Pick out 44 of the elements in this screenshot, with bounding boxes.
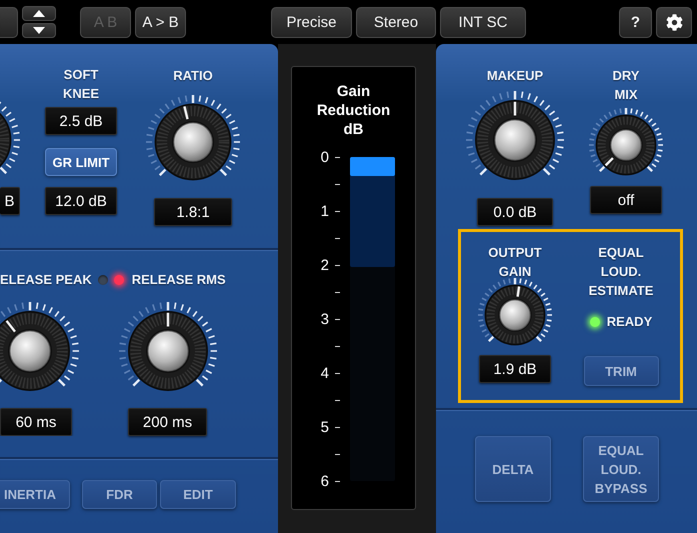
scale-label: 4 bbox=[320, 365, 329, 382]
meter-title: Gain Reduction dB bbox=[316, 82, 390, 139]
dry-mix-label: DRY MIX bbox=[612, 67, 640, 104]
value-display: 12.0 dB bbox=[45, 187, 117, 215]
up-button[interactable] bbox=[22, 6, 56, 21]
mode-button[interactable]: Precise bbox=[271, 6, 352, 38]
output-gain-label: OUTPUT GAIN bbox=[488, 244, 542, 281]
scale-label: 1 bbox=[320, 203, 329, 220]
gr-limit-button[interactable]: GR LIMIT bbox=[45, 148, 117, 176]
up-arrow-icon bbox=[33, 10, 45, 17]
makeup-label: MAKEUP bbox=[486, 67, 544, 85]
settings-button[interactable] bbox=[656, 6, 692, 38]
scale-label: 6 bbox=[320, 473, 329, 490]
value-display: 0.0 dB bbox=[477, 198, 553, 226]
scale-label: 5 bbox=[320, 419, 329, 436]
release-rms-label: RELEASE RMS bbox=[132, 271, 226, 289]
ratio-label: RATIO bbox=[173, 67, 213, 85]
value-display: B bbox=[0, 187, 20, 215]
panel-button[interactable]: FDR bbox=[82, 480, 157, 509]
down-arrow-icon bbox=[33, 27, 45, 34]
value-display: 200 ms bbox=[128, 408, 207, 436]
value-display: 60 ms bbox=[0, 408, 72, 436]
value-display: 2.5 dB bbox=[45, 107, 117, 135]
panel-button[interactable]: EQUAL LOUD. BYPASS bbox=[583, 436, 659, 502]
panel-button[interactable]: EDIT bbox=[160, 480, 236, 509]
copy-a-to-b-button[interactable]: A > B bbox=[135, 6, 186, 38]
equal-loudness-label: EQUAL LOUD. ESTIMATE bbox=[588, 244, 654, 300]
panel-button[interactable]: DELTA bbox=[475, 436, 551, 502]
status-label: READY bbox=[606, 313, 652, 331]
scale-label: 0 bbox=[320, 149, 329, 166]
value-display: off bbox=[590, 186, 662, 214]
help-button[interactable]: ? bbox=[619, 6, 652, 38]
panel-button[interactable]: INERTIA bbox=[0, 480, 70, 509]
mode-button[interactable]: Stereo bbox=[356, 6, 436, 38]
soft-knee-label: SOFT KNEE bbox=[62, 66, 100, 103]
down-button[interactable] bbox=[22, 23, 56, 38]
release-peak-label: ELEASE PEAK bbox=[0, 271, 92, 289]
scale-label: 2 bbox=[320, 257, 329, 274]
value-display: 1.9 dB bbox=[479, 355, 551, 383]
scale-label: 3 bbox=[320, 311, 329, 328]
trim-button[interactable]: TRIM bbox=[584, 356, 658, 386]
value-display: 1.8:1 bbox=[154, 198, 232, 226]
mode-button[interactable]: INT SC bbox=[440, 6, 526, 38]
settings-icon bbox=[666, 14, 682, 30]
